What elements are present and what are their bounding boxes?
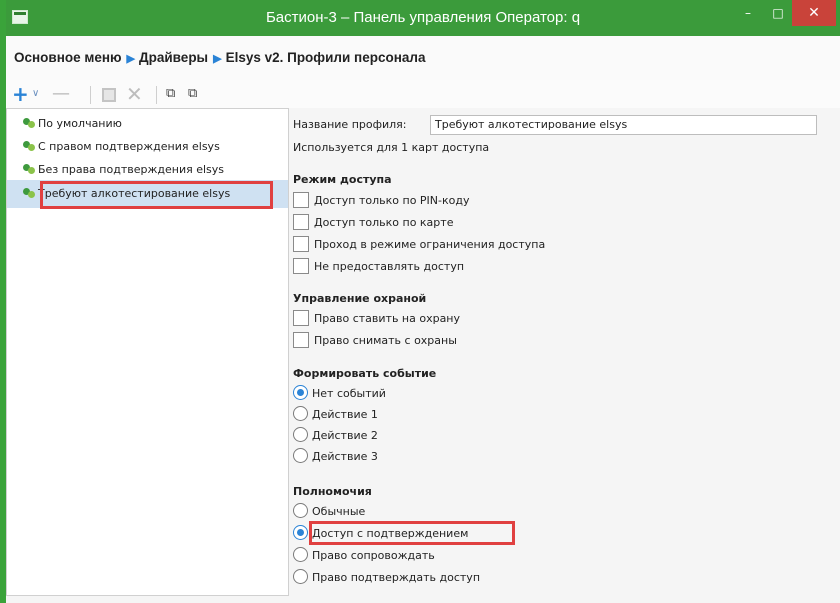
highlight-frame: [309, 521, 515, 545]
delete-button[interactable]: ✕: [126, 84, 143, 104]
checkbox-deny-access[interactable]: [293, 258, 309, 274]
checkbox-arm[interactable]: [293, 310, 309, 326]
profile-list: По умолчанию С правом подтверждения elsy…: [6, 108, 289, 596]
radio-no-events[interactable]: [293, 385, 308, 400]
usage-text: Используется для 1 карт доступа: [293, 141, 490, 154]
checkbox-disarm[interactable]: [293, 332, 309, 348]
radio-regular[interactable]: [293, 503, 308, 518]
radio-action-3[interactable]: [293, 448, 308, 463]
maximize-button[interactable]: □: [762, 0, 794, 26]
window-title: Бастион-3 – Панель управления Оператор: …: [265, 9, 581, 26]
access-mode-title: Режим доступа: [293, 173, 392, 186]
save-icon[interactable]: [102, 88, 116, 102]
breadcrumb-drivers[interactable]: Драйверы: [139, 50, 208, 65]
breadcrumb-bar: Основное меню ▶ Драйверы ▶ Elsys v2. Профили…: [6, 36, 840, 81]
breadcrumb-current: Elsys v2. Профили персонала: [225, 50, 426, 65]
profile-label: Без права подтверждения elsys: [38, 163, 224, 176]
add-dropdown-icon[interactable]: ∨: [32, 85, 39, 103]
chevron-right-icon: ▶: [213, 53, 222, 65]
title-bar: Бастион-3 – Панель управления Оператор: …: [6, 0, 840, 36]
powers-title: Полномочия: [293, 485, 372, 498]
radio-confirm-access[interactable]: [293, 569, 308, 584]
profile-details: Название профиля: Требуют алкотестирован…: [289, 108, 840, 596]
app-window: Бастион-3 – Панель управления Оператор: …: [0, 0, 840, 603]
profile-name-label: Название профиля:: [293, 118, 407, 131]
profile-item[interactable]: С правом подтверждения elsys: [7, 137, 288, 157]
toolbar-divider: [90, 86, 91, 104]
breadcrumb: Основное меню ▶ Драйверы ▶ Elsys v2. Профили…: [14, 50, 425, 65]
checkbox-card-only[interactable]: [293, 214, 309, 230]
checkbox-label: Доступ только по PIN-коду: [314, 194, 470, 207]
radio-label: Нет событий: [312, 387, 386, 400]
radio-access-with-confirmation[interactable]: [293, 525, 308, 540]
profile-icon: [23, 164, 35, 174]
checkbox-label: Право снимать с охраны: [314, 334, 457, 347]
breadcrumb-main-menu[interactable]: Основное меню: [14, 50, 122, 65]
radio-label: Право подтверждать доступ: [312, 571, 481, 584]
event-title: Формировать событие: [293, 367, 437, 380]
profile-icon: [23, 141, 35, 151]
checkbox-label: Доступ только по карте: [314, 216, 454, 229]
radio-action-1[interactable]: [293, 406, 308, 421]
radio-label: Право сопровождать: [312, 549, 435, 562]
radio-label: Действие 1: [312, 408, 378, 421]
toolbar-divider: [156, 86, 157, 104]
radio-label: Действие 2: [312, 429, 378, 442]
highlight-frame: [40, 181, 273, 209]
chevron-right-icon: ▶: [126, 53, 136, 65]
profile-label: С правом подтверждения elsys: [38, 140, 220, 153]
close-button[interactable]: ✕: [792, 0, 836, 26]
radio-escort[interactable]: [293, 547, 308, 562]
radio-action-2[interactable]: [293, 427, 308, 442]
profile-icon: [23, 188, 35, 198]
profile-name-input[interactable]: Требуют алкотестирование elsys: [430, 115, 817, 135]
remove-button[interactable]: —: [52, 85, 70, 103]
radio-label: Обычные: [312, 505, 366, 518]
checkbox-pin-only[interactable]: [293, 192, 309, 208]
profile-label: По умолчанию: [38, 117, 122, 130]
guard-title: Управление охраной: [293, 292, 427, 305]
toolbar: + ∨ — ✕ ⧉ ⧉: [6, 80, 840, 108]
checkbox-restricted-mode[interactable]: [293, 236, 309, 252]
profile-item[interactable]: Без права подтверждения elsys: [7, 160, 288, 180]
radio-label: Действие 3: [312, 450, 378, 463]
checkbox-label: Не предоставлять доступ: [314, 260, 465, 273]
copy-icon[interactable]: ⧉: [166, 85, 175, 103]
paste-icon[interactable]: ⧉: [188, 85, 197, 103]
minimize-button[interactable]: –: [732, 0, 764, 26]
profile-item[interactable]: По умолчанию: [7, 114, 288, 134]
profile-icon: [23, 118, 35, 128]
add-button[interactable]: +: [12, 84, 29, 104]
checkbox-label: Проход в режиме ограничения доступа: [314, 238, 546, 251]
checkbox-label: Право ставить на охрану: [314, 312, 461, 325]
